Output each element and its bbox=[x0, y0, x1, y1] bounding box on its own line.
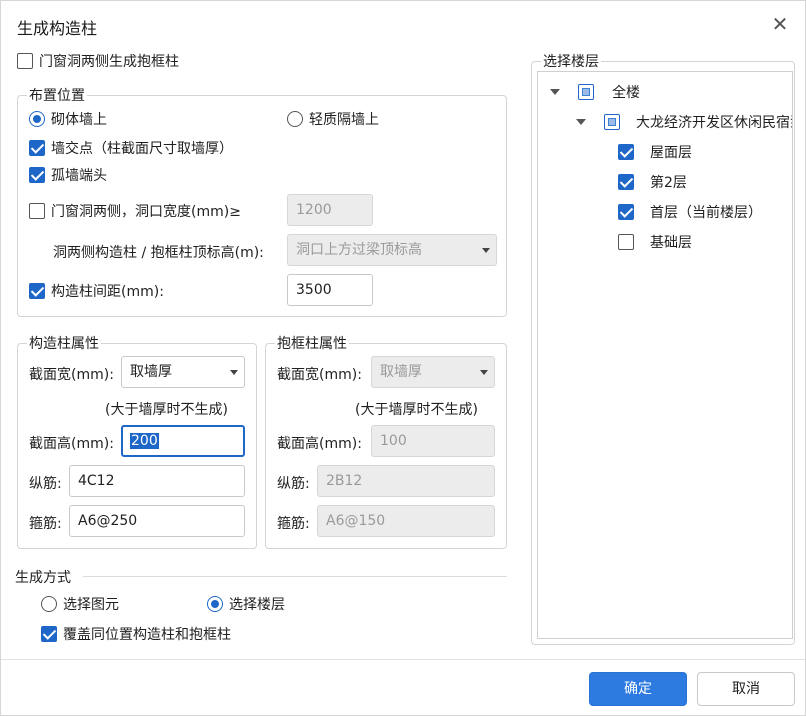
checkbox-project[interactable] bbox=[604, 114, 620, 130]
bk-long-bar-label: 纵筋: bbox=[277, 476, 310, 492]
radio-select-elements-label: 选择图元 bbox=[63, 597, 119, 613]
option-wall-junction[interactable]: 墙交点（柱截面尺寸取墙厚） bbox=[29, 138, 233, 158]
tree-node-floor-label: 屋面层 bbox=[650, 145, 692, 161]
ok-button[interactable]: 确定 bbox=[589, 672, 687, 706]
option-opening-frame-columns[interactable]: 门窗洞两侧生成抱框柱 bbox=[17, 51, 179, 71]
gz-height-input[interactable]: 200 bbox=[121, 425, 245, 457]
gz-long-bar-label: 纵筋: bbox=[29, 476, 62, 492]
option-wall-junction-label: 墙交点（柱截面尺寸取墙厚） bbox=[51, 141, 233, 157]
checkbox-floor-roof[interactable] bbox=[618, 144, 634, 160]
tree-node-project-label: 大龙经济开发区休闲民宿泵 bbox=[636, 115, 793, 131]
checkbox-wall-junction[interactable] bbox=[29, 140, 45, 156]
bk-height-input[interactable]: 100 bbox=[371, 425, 495, 457]
option-opening-frame-columns-label: 门窗洞两侧生成抱框柱 bbox=[39, 54, 179, 70]
gz-stirrup-input[interactable]: A6@250 bbox=[69, 505, 245, 537]
bk-width-value: 取墙厚 bbox=[380, 364, 422, 380]
tree-node-project[interactable]: 大龙经济开发区休闲民宿泵 bbox=[576, 112, 793, 132]
radio-select-floors-label: 选择楼层 bbox=[229, 597, 285, 613]
footer-divider bbox=[1, 659, 805, 660]
gen-mode-title: 生成方式 bbox=[15, 570, 71, 586]
chevron-down-icon bbox=[482, 248, 490, 253]
option-isolated-end-label: 孤墙端头 bbox=[51, 168, 107, 184]
option-spacing-label: 构造柱间距(mm): bbox=[51, 284, 164, 300]
floor-tree: 全楼 大龙经济开发区休闲民宿泵 屋面层 第2层 首层（当前楼层） 基础层 bbox=[537, 71, 793, 639]
bk-width-label: 截面宽(mm): bbox=[277, 367, 362, 383]
tree-node-floor-label: 第2层 bbox=[650, 175, 687, 191]
checkbox-floor-foundation[interactable] bbox=[618, 234, 634, 250]
checkbox-opening-frame-columns[interactable] bbox=[17, 53, 33, 69]
dialog-window: 生成构造柱 ✕ 门窗洞两侧生成抱框柱 布置位置 砌体墙上 轻质隔墙上 墙交点（柱… bbox=[0, 0, 806, 716]
tree-node-all[interactable]: 全楼 bbox=[550, 82, 640, 102]
floors-group-title: 选择楼层 bbox=[541, 51, 601, 71]
opening-width-input[interactable]: 1200 bbox=[287, 194, 373, 226]
option-overwrite-label: 覆盖同位置构造柱和抱框柱 bbox=[63, 627, 231, 643]
dialog-title: 生成构造柱 bbox=[17, 19, 98, 38]
gz-long-bar-input[interactable]: 4C12 bbox=[69, 465, 245, 497]
checkbox-all-floors[interactable] bbox=[578, 84, 594, 100]
checkbox-opening-sides[interactable] bbox=[29, 203, 45, 219]
radio-light-wall-indicator[interactable] bbox=[287, 111, 303, 127]
checkbox-floor-first[interactable] bbox=[618, 204, 634, 220]
chevron-down-icon bbox=[480, 370, 488, 375]
checkbox-overwrite[interactable] bbox=[41, 626, 57, 642]
bk-long-bar-input[interactable]: 2B12 bbox=[317, 465, 495, 497]
radio-light-wall-label: 轻质隔墙上 bbox=[309, 112, 379, 128]
option-opening-sides-label: 门窗洞两侧，洞口宽度(mm)≥ bbox=[51, 204, 241, 220]
bk-stirrup-input[interactable]: A6@150 bbox=[317, 505, 495, 537]
top-elevation-select[interactable]: 洞口上方过梁顶标高 bbox=[287, 234, 497, 266]
chevron-down-icon[interactable] bbox=[550, 89, 560, 95]
tree-node-floor[interactable]: 首层（当前楼层） bbox=[618, 202, 762, 222]
radio-select-floors-indicator[interactable] bbox=[207, 596, 223, 612]
option-overwrite[interactable]: 覆盖同位置构造柱和抱框柱 bbox=[41, 624, 231, 644]
checkbox-floor-2[interactable] bbox=[618, 174, 634, 190]
tree-node-floor-label: 基础层 bbox=[650, 235, 692, 251]
bk-width-select[interactable]: 取墙厚 bbox=[371, 356, 495, 388]
chevron-down-icon[interactable] bbox=[576, 119, 586, 125]
gz-width-value: 取墙厚 bbox=[130, 364, 172, 380]
gz-width-select[interactable]: 取墙厚 bbox=[121, 356, 245, 388]
gz-height-label: 截面高(mm): bbox=[29, 436, 114, 452]
radio-brick-wall[interactable]: 砌体墙上 bbox=[29, 109, 107, 129]
gen-mode-divider bbox=[83, 576, 507, 577]
bk-width-note: (大于墙厚时不生成) bbox=[355, 402, 478, 418]
radio-select-elements-indicator[interactable] bbox=[41, 596, 57, 612]
bk-height-label: 截面高(mm): bbox=[277, 436, 362, 452]
chevron-down-icon bbox=[230, 370, 238, 375]
checkbox-isolated-end[interactable] bbox=[29, 167, 45, 183]
gz-width-note: (大于墙厚时不生成) bbox=[105, 402, 228, 418]
bk-props-title: 抱框柱属性 bbox=[275, 333, 349, 353]
gz-stirrup-label: 箍筋: bbox=[29, 516, 62, 532]
radio-light-wall[interactable]: 轻质隔墙上 bbox=[287, 109, 379, 129]
option-spacing[interactable]: 构造柱间距(mm): bbox=[29, 281, 164, 301]
option-opening-sides[interactable]: 门窗洞两侧，洞口宽度(mm)≥ bbox=[29, 201, 241, 221]
tree-node-floor[interactable]: 屋面层 bbox=[618, 142, 692, 162]
tree-node-floor[interactable]: 基础层 bbox=[618, 232, 692, 252]
tree-node-floor-label: 首层（当前楼层） bbox=[650, 205, 762, 221]
radio-select-floors[interactable]: 选择楼层 bbox=[207, 594, 285, 614]
radio-select-elements[interactable]: 选择图元 bbox=[41, 594, 119, 614]
close-icon[interactable]: ✕ bbox=[769, 13, 791, 35]
gz-width-label: 截面宽(mm): bbox=[29, 367, 114, 383]
radio-brick-wall-indicator[interactable] bbox=[29, 111, 45, 127]
checkbox-spacing[interactable] bbox=[29, 283, 45, 299]
placement-group-title: 布置位置 bbox=[27, 85, 87, 105]
gz-height-value: 200 bbox=[130, 433, 159, 449]
top-elevation-value: 洞口上方过梁顶标高 bbox=[296, 242, 422, 258]
top-elevation-label: 洞两侧构造柱 / 抱框柱顶标高(m): bbox=[53, 245, 264, 261]
radio-brick-wall-label: 砌体墙上 bbox=[51, 112, 107, 128]
gz-props-title: 构造柱属性 bbox=[27, 333, 101, 353]
cancel-button[interactable]: 取消 bbox=[697, 672, 795, 706]
tree-node-all-label: 全楼 bbox=[612, 85, 640, 101]
tree-node-floor[interactable]: 第2层 bbox=[618, 172, 687, 192]
option-isolated-end[interactable]: 孤墙端头 bbox=[29, 165, 107, 185]
spacing-input[interactable]: 3500 bbox=[287, 274, 373, 306]
bk-stirrup-label: 箍筋: bbox=[277, 516, 310, 532]
